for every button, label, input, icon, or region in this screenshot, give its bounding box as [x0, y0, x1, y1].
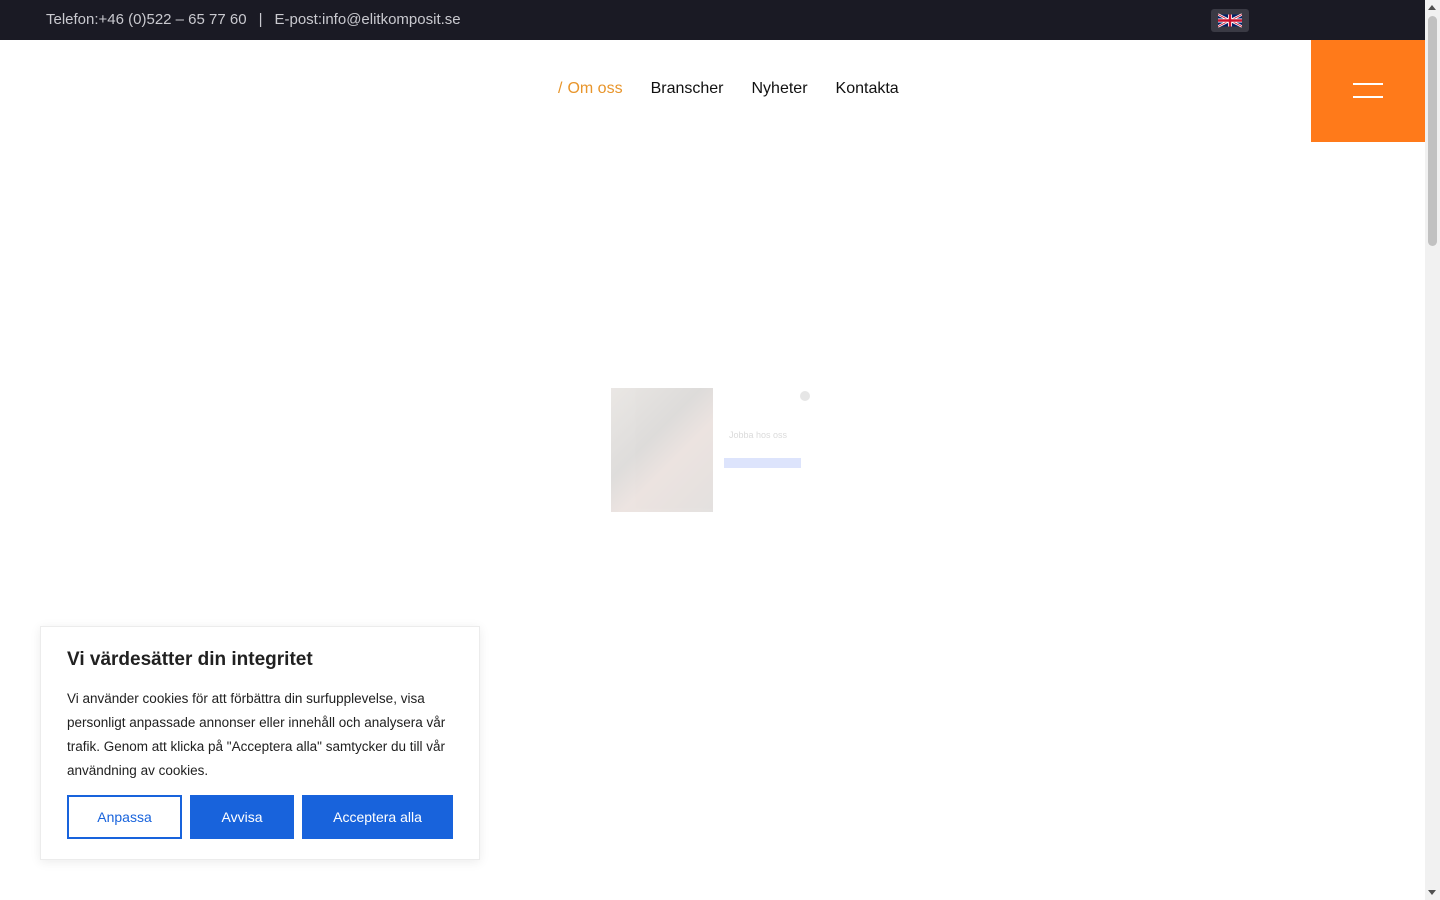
nav-active-marker: / — [558, 80, 563, 97]
language-switcher[interactable] — [1211, 9, 1249, 32]
menu-button[interactable] — [1311, 40, 1425, 142]
nav-item-branscher[interactable]: Branscher — [651, 80, 724, 98]
job-popup: Jobba hos oss — [611, 388, 811, 514]
main-nav: / Om oss Branscher Nyheter Kontakta — [558, 80, 927, 98]
contact-separator: | — [258, 11, 263, 28]
cookie-text: Vi använder cookies för att förbättra di… — [67, 691, 446, 778]
cookie-buttons: Anpassa Avvisa Acceptera alla — [67, 795, 453, 839]
nav-item-nyheter[interactable]: Nyheter — [752, 80, 808, 98]
top-bar: Telefon:+46 (0)522 – 65 77 60 | E-post:inf… — [0, 0, 1425, 40]
nav-item-kontakta[interactable]: Kontakta — [836, 80, 899, 98]
uk-flag-icon — [1218, 13, 1242, 28]
close-icon[interactable] — [800, 391, 810, 401]
contact-info: Telefon:+46 (0)522 – 65 77 60 | E-post:inf… — [46, 11, 461, 28]
accept-all-button[interactable]: Acceptera alla — [302, 795, 453, 839]
scroll-down-icon[interactable] — [1428, 890, 1436, 895]
popup-title: Jobba hos oss — [729, 430, 788, 440]
scrollbar-thumb[interactable] — [1428, 16, 1437, 246]
phone-link[interactable]: Telefon:+46 (0)522 – 65 77 60 — [46, 11, 247, 28]
reject-button[interactable]: Avvisa — [190, 795, 294, 839]
cookie-title: Vi värdesätter din integritet — [67, 649, 313, 670]
email-link[interactable]: E-post:info@elitkomposit.se — [274, 11, 460, 28]
popup-image — [611, 388, 713, 512]
scrollbar[interactable] — [1425, 0, 1440, 900]
popup-button[interactable] — [724, 458, 801, 468]
nav-item-om-oss[interactable]: Om oss — [567, 80, 622, 98]
customize-button[interactable]: Anpassa — [67, 795, 182, 839]
scroll-up-icon[interactable] — [1428, 5, 1436, 10]
cookie-banner: Vi värdesätter din integritet Vi använde… — [40, 626, 480, 860]
